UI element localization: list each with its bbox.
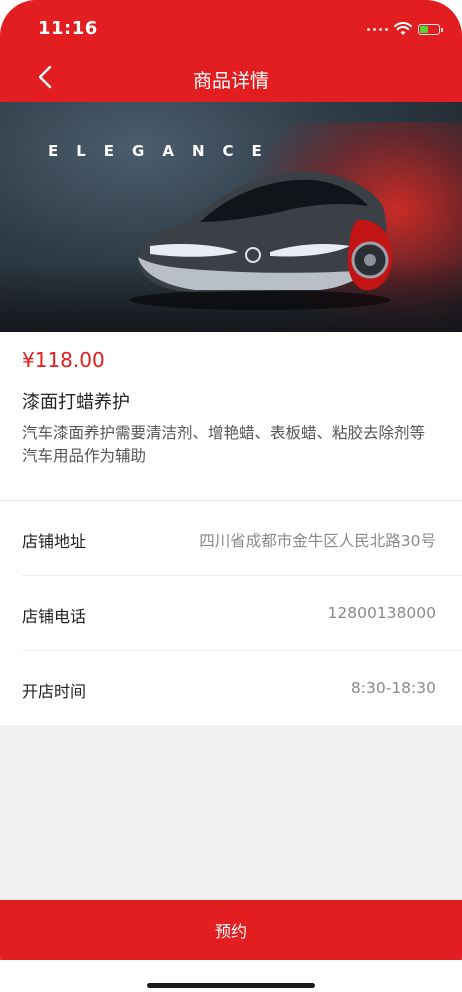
app-screen: 11:16 商品详情 ELEGANCE ¥118.00 漆面打蜡养护 汽车漆面养… — [0, 0, 462, 992]
store-hours-row: 开店时间 8:30-18:30 — [22, 651, 462, 725]
row-label: 店铺地址 — [22, 532, 87, 551]
store-phone-row[interactable]: 店铺电话 12800138000 — [22, 576, 462, 651]
product-price: ¥118.00 — [22, 348, 105, 372]
page-title: 商品详情 — [192, 70, 269, 92]
car-illustration — [130, 171, 392, 310]
product-image: ELEGANCE — [0, 102, 462, 332]
row-label: 开店时间 — [22, 682, 87, 701]
battery-icon — [418, 23, 443, 35]
home-indicator[interactable] — [147, 983, 315, 988]
store-phone-value: 12800138000 — [327, 604, 436, 622]
row-label: 店铺电话 — [22, 607, 87, 626]
store-hours-value: 8:30-18:30 — [350, 679, 436, 697]
store-info-list: 店铺地址 四川省成都市金牛区人民北路30号 店铺电话 12800138000 开… — [0, 500, 462, 725]
status-time: 11:16 — [38, 18, 98, 39]
store-address-value: 四川省成都市金牛区人民北路30号 — [199, 532, 436, 550]
book-button[interactable]: 预约 — [0, 900, 462, 960]
nav-header: 11:16 商品详情 — [0, 0, 462, 102]
store-address-row: 店铺地址 四川省成都市金牛区人民北路30号 — [22, 501, 462, 576]
signal-dots-icon — [367, 27, 388, 31]
wifi-icon — [394, 22, 412, 35]
home-bar-area — [0, 960, 462, 992]
product-info: ¥118.00 漆面打蜡养护 汽车漆面养护需要清洁剂、增艳蜡、表板蜡、粘胶去除剂… — [0, 332, 462, 500]
product-name: 漆面打蜡养护 — [22, 392, 130, 413]
status-icons — [367, 20, 443, 38]
hero-wordmark: ELEGANCE — [48, 142, 280, 160]
product-description: 汽车漆面养护需要清洁剂、增艳蜡、表板蜡、粘胶去除剂等汽车用品作为辅助 — [22, 424, 426, 465]
